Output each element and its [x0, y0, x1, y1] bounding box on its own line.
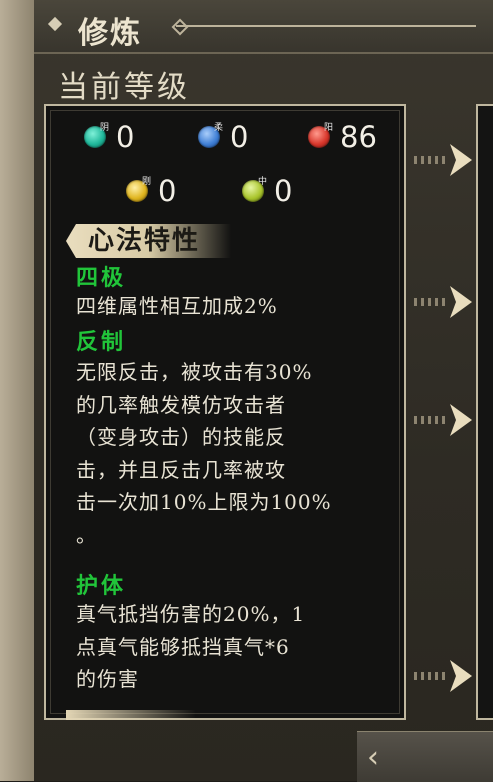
current-level-panel: 阴 0 柔 0 阳 86 刚 0 中 0 心法特性 四极 四维属性相互加成2% … [44, 104, 406, 720]
arrow-right-icon [414, 144, 472, 176]
zhong-value: 0 [274, 174, 293, 208]
trait-desc: 四维属性相互加成2% [76, 294, 278, 318]
yang-tag: 阳 [324, 123, 334, 133]
current-level-label: 当前等级 [58, 70, 190, 105]
yin-value: 0 [116, 120, 135, 154]
trait-name: 反制 [76, 330, 127, 355]
traits-header: 心法特性 [88, 226, 201, 256]
element-yin[interactable]: 阴 0 [84, 120, 134, 154]
chevron-left-icon[interactable]: ‹ [367, 740, 379, 775]
next-level-panel [476, 104, 493, 720]
rou-value: 0 [230, 120, 249, 154]
yang-value: 86 [340, 120, 377, 154]
arrow-right-icon [414, 404, 472, 436]
gang-tag: 刚 [142, 177, 152, 187]
yin-tag: 阴 [100, 123, 110, 133]
zhong-tag: 中 [258, 177, 268, 187]
element-gang[interactable]: 刚 0 [126, 174, 176, 208]
yin-orb-icon: 阴 [84, 123, 109, 148]
window-title: 修炼 [78, 16, 142, 51]
trait-desc: 真气抵挡伤害的20%，1 点真气能够抵挡真气*6 的伤害 [76, 602, 306, 691]
element-yang[interactable]: 阳 86 [308, 120, 377, 154]
trait-desc: 无限反击，被攻击有30% 的几率触发模仿攻击者 （变身攻击）的技能反 击，并且反… [76, 360, 332, 547]
next-section-ribbon [66, 710, 196, 720]
left-border [0, 0, 34, 781]
gang-orb-icon: 刚 [126, 177, 151, 202]
rou-tag: 柔 [214, 123, 224, 133]
arrow-right-icon [414, 660, 472, 692]
arrow-right-icon [414, 286, 472, 318]
zhong-orb-icon: 中 [242, 177, 267, 202]
element-rou[interactable]: 柔 0 [198, 120, 248, 154]
rou-orb-icon: 柔 [198, 123, 223, 148]
element-zhong[interactable]: 中 0 [242, 174, 292, 208]
trait-name: 四极 [76, 266, 127, 291]
yang-orb-icon: 阳 [308, 123, 333, 148]
title-divider [176, 25, 476, 27]
gang-value: 0 [158, 174, 177, 208]
trait-name: 护体 [76, 574, 127, 599]
